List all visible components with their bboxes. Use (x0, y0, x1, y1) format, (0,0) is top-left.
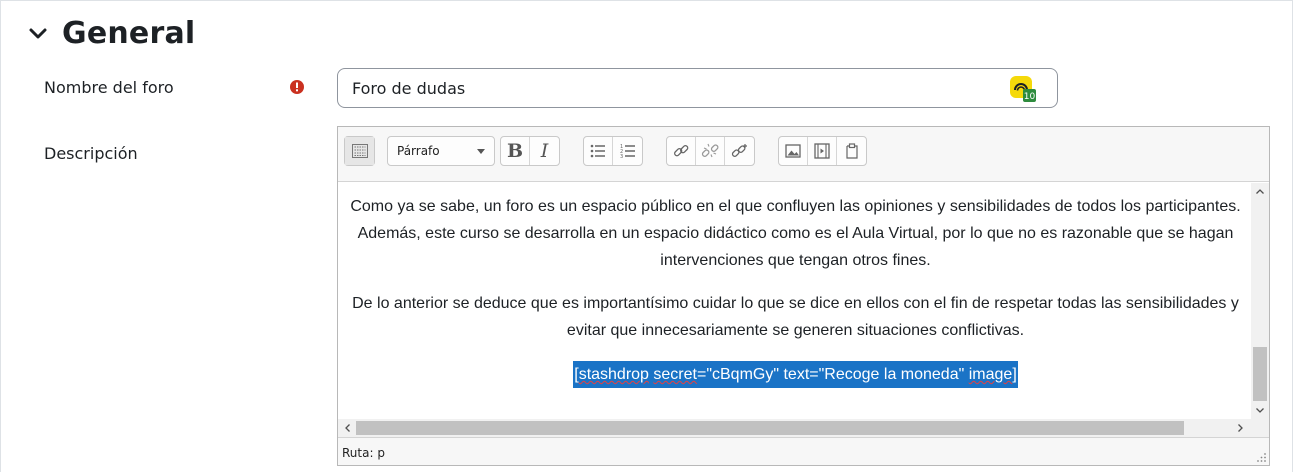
horizontal-scroll-thumb[interactable] (356, 421, 1184, 435)
badge-count: 10 (1024, 92, 1036, 102)
keyboard-grid-icon (351, 144, 368, 158)
editor-toolbar: Párrafo B I 1 2 3 (338, 127, 1269, 182)
editor-statusbar: Ruta: p (338, 437, 1269, 465)
description-label: Descripción (44, 144, 138, 163)
toolbar-group-media (778, 136, 867, 166)
scroll-left-icon[interactable] (343, 423, 353, 433)
link-button[interactable] (667, 137, 696, 165)
scroll-down-icon[interactable] (1255, 405, 1265, 415)
scroll-up-icon[interactable] (1255, 187, 1265, 197)
media-film-icon (814, 143, 830, 159)
horizontal-scrollbar[interactable] (338, 419, 1269, 437)
ordered-list-button[interactable]: 1 2 3 (613, 137, 642, 165)
grammar-extension-icon[interactable]: 10 (1009, 75, 1037, 103)
shortcode-line: [stashdrop secret="cBqmGy" text="Recoge … (342, 360, 1249, 388)
clipboard-files-icon (845, 143, 858, 159)
description-paragraph-2: De lo anterior se deduce que es importan… (352, 295, 1239, 339)
toolbar-group-lists: 1 2 3 (583, 136, 643, 166)
insert-image-button[interactable] (779, 137, 808, 165)
manage-links-icon (731, 144, 747, 157)
unlink-icon (701, 143, 719, 158)
image-icon (785, 144, 801, 158)
description-paragraph-1: Como ya se sabe, un foro es un espacio p… (350, 198, 1241, 269)
section-title: General (62, 16, 196, 51)
scroll-right-icon[interactable] (1235, 423, 1245, 433)
vertical-scroll-thumb[interactable] (1253, 347, 1267, 401)
description-editor[interactable]: Párrafo B I 1 2 3 Como ya se sabe, un fo… (337, 126, 1270, 466)
toolbar-group-links (666, 136, 755, 166)
frame-left-border (0, 0, 1, 472)
chevron-down-icon[interactable] (28, 24, 48, 44)
bullet-list-icon (590, 144, 605, 158)
spellcheck-word: stashdrop (578, 366, 649, 383)
numbered-list-icon: 1 2 3 (620, 144, 635, 160)
bold-icon: B (506, 140, 524, 162)
italic-icon: I (540, 140, 549, 162)
toolbar-toggle-button[interactable] (345, 137, 374, 165)
forum-name-input[interactable]: Foro de dudas 10 (337, 68, 1058, 108)
required-icon (290, 80, 304, 94)
selected-shortcode[interactable]: [stashdrop secret="cBqmGy" text="Recoge … (573, 361, 1018, 388)
section-header[interactable]: General (28, 16, 195, 51)
spellcheck-word: secret (653, 366, 697, 383)
manage-links-button[interactable] (725, 137, 754, 165)
unlink-button[interactable] (696, 137, 725, 165)
resize-grip-icon[interactable] (1255, 451, 1267, 463)
toolbar-group-style: B I (500, 136, 560, 166)
link-icon (674, 145, 689, 157)
paragraph-format-select[interactable]: Párrafo (387, 136, 495, 166)
forum-name-label: Nombre del foro (44, 78, 174, 97)
paragraph-format-value: Párrafo (397, 144, 440, 158)
toolbar-group-toggle (344, 136, 375, 166)
unordered-list-button[interactable] (584, 137, 613, 165)
vertical-scrollbar[interactable] (1251, 183, 1269, 419)
forum-name-value: Foro de dudas (352, 78, 466, 98)
element-path: Ruta: p (342, 446, 385, 460)
insert-media-button[interactable] (808, 137, 837, 165)
editor-content-area[interactable]: Como ya se sabe, un foro es un espacio p… (338, 183, 1251, 419)
frame-top-border (0, 0, 1293, 1)
svg-text:3: 3 (620, 154, 623, 160)
manage-files-button[interactable] (837, 137, 866, 165)
spellcheck-word: image (968, 366, 1013, 383)
dropdown-arrow-icon (477, 149, 485, 154)
italic-button[interactable]: I (530, 137, 559, 165)
bold-button[interactable]: B (501, 137, 530, 165)
